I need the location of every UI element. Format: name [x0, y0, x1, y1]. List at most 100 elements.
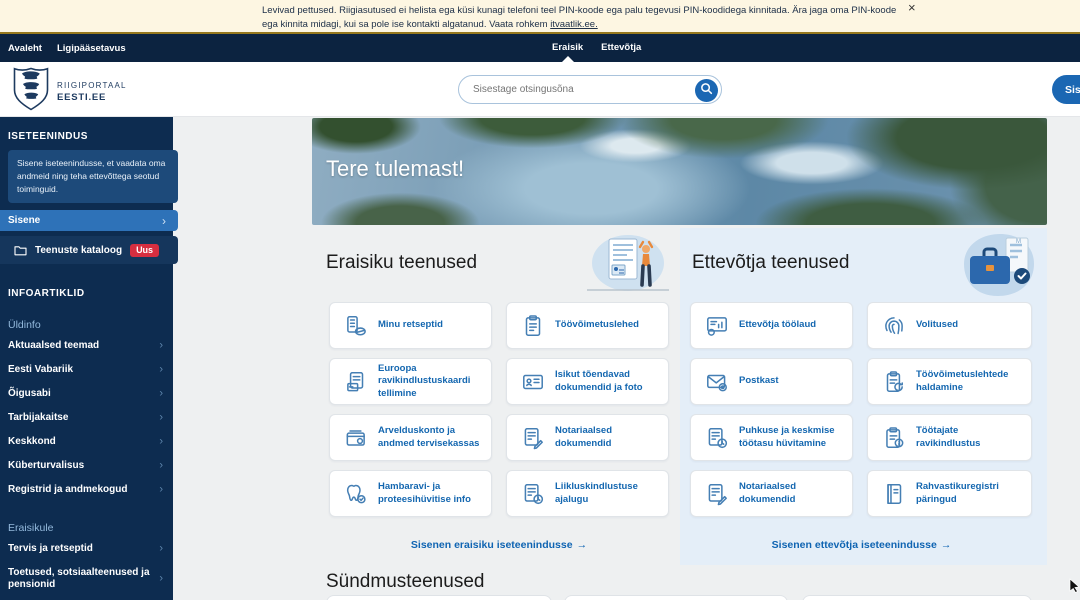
sidebar-item-registrid-ja-andmekogud[interactable]: Registrid ja andmekogud› — [0, 478, 173, 502]
service-card-label: Isikut tõendavad dokumendid ja foto — [555, 369, 660, 394]
chevron-right-icon: › — [162, 214, 166, 228]
logo-line2: EESTI.EE — [57, 92, 127, 103]
site-header: Riigiportaal EESTI.EE Sisene — [0, 62, 1080, 117]
service-card-label: Töövõimetuslehed — [555, 319, 639, 332]
chevron-right-icon: › — [159, 483, 163, 495]
service-card-notariaalsed-dokumendid[interactable]: Notariaalsed dokumendid — [506, 414, 669, 461]
service-card-label: Euroopa ravikindlustuskaardi tellimine — [378, 363, 483, 401]
id-document-icon — [520, 369, 546, 395]
service-card-t-v-imetuslehed[interactable]: Töövõimetuslehed — [506, 302, 669, 349]
alert-text: Levivad pettused. Riigiasutused ei helis… — [262, 4, 910, 32]
service-card-hambaravi-ja-proteesih-vitise-info[interactable]: Hambaravi- ja proteesihüvitise info — [329, 470, 492, 517]
nav-link-ligipaasetavus[interactable]: Ligipääsetavus — [57, 43, 126, 54]
chevron-right-icon: › — [159, 542, 163, 554]
service-card-label: Minu retseptid — [378, 319, 443, 332]
riigiportaal-page: Levivad pettused. Riigiasutused ei helis… — [0, 0, 1080, 600]
service-card-label: Ettevõtja töölaud — [739, 319, 816, 332]
service-card-postkast[interactable]: Postkast — [690, 358, 853, 405]
mouse-cursor — [1069, 578, 1080, 598]
sidebar-group-heading: Eraisikule — [8, 522, 173, 534]
selfservice-info-card: Sisene iseteenindusse, et vaadata oma an… — [8, 150, 178, 203]
service-card-label: Hambaravi- ja proteesihüvitise info — [378, 481, 483, 506]
tab-eraisik[interactable]: Eraisik — [552, 34, 583, 62]
sidebar-login-button[interactable]: Sisene › — [0, 210, 178, 231]
service-card-volitused[interactable]: Volitused — [867, 302, 1032, 349]
coat-of-arms-icon — [12, 66, 50, 117]
event-card-stub[interactable] — [326, 595, 552, 600]
sidebar-item-igusabi[interactable]: Õigusabi› — [0, 382, 173, 406]
chevron-right-icon: › — [159, 435, 163, 447]
personal-login-link[interactable]: Sisenen eraisiku iseteenindusse→ — [329, 539, 669, 551]
dental-icon — [343, 481, 369, 507]
logo-line1: Riigiportaal — [57, 81, 127, 90]
service-card-liikluskindlustuse-ajalugu[interactable]: Liikluskindlustuse ajalugu — [506, 470, 669, 517]
service-card-t-v-imetuslehtede-haldamine[interactable]: Töövõimetuslehtede haldamine — [867, 358, 1032, 405]
service-card-label: Notariaalsed dokumendid — [739, 481, 844, 506]
sick-leave-icon — [520, 313, 546, 339]
service-card-label: Volitused — [916, 319, 958, 332]
service-card-label: Postkast — [739, 375, 779, 388]
personal-services-title: Eraisiku teenused — [326, 252, 477, 274]
event-card-stub[interactable] — [564, 595, 788, 600]
service-card-arvelduskonto-ja-andmed-tervisekassas[interactable]: Arvelduskonto ja andmed tervisekassas — [329, 414, 492, 461]
svg-text:M: M — [1016, 239, 1021, 245]
arrow-right-icon: → — [577, 539, 588, 551]
new-badge: Uus — [130, 244, 159, 257]
sidebar: ISETEENINDUS Sisene iseteenindusse, et v… — [0, 117, 173, 600]
events-services-title: Sündmusteenused — [326, 571, 484, 593]
chevron-right-icon: › — [159, 459, 163, 471]
sidebar-group-heading: Üldinfo — [8, 319, 173, 331]
prescriptions-icon — [343, 313, 369, 339]
service-card-label: Arvelduskonto ja andmed tervisekassas — [378, 425, 483, 450]
business-services-title: Ettevõtja teenused — [692, 252, 849, 274]
service-card-t-tajate-ravikindlustus[interactable]: Töötajate ravikindlustus — [867, 414, 1032, 461]
leave-compensation-icon — [704, 425, 730, 451]
service-card-label: Rahvastikuregistri päringud — [916, 481, 1023, 506]
mailbox-icon — [704, 369, 730, 395]
sidebar-item-keskkond[interactable]: Keskkond› — [0, 430, 173, 454]
service-card-puhkuse-ja-keskmise-t-tasu-h-vitamine[interactable]: Puhkuse ja keskmise töötasu hüvitamine — [690, 414, 853, 461]
service-card-label: Puhkuse ja keskmise töötasu hüvitamine — [739, 425, 844, 450]
sidebar-item-aktuaalsed-teemad[interactable]: Aktuaalsed teemad› — [0, 334, 173, 358]
personal-services-grid: Minu retseptid Töövõimetuslehed Euroopa ra… — [329, 302, 669, 517]
search-input[interactable] — [473, 77, 673, 102]
top-nav-left: Avaleht Ligipääsetavus — [8, 34, 126, 62]
chevron-right-icon: › — [159, 572, 163, 584]
service-card-isikut-t-endavad-dokumendid-ja-foto[interactable]: Isikut tõendavad dokumendid ja foto — [506, 358, 669, 405]
eesti-ee-logo[interactable]: Riigiportaal EESTI.EE — [12, 66, 127, 117]
employee-insurance-icon — [881, 425, 907, 451]
search-button[interactable] — [695, 79, 718, 102]
sidebar-item-eesti-vabariik[interactable]: Eesti Vabariik› — [0, 358, 173, 382]
notary-document-icon — [704, 481, 730, 507]
service-card-ettev-tja-t-laud[interactable]: Ettevõtja töölaud — [690, 302, 853, 349]
service-card-rahvastikuregistri-p-ringud[interactable]: Rahvastikuregistri päringud — [867, 470, 1032, 517]
sidebar-item-k-berturvalisus[interactable]: Küberturvalisus› — [0, 454, 173, 478]
close-icon[interactable]: × — [908, 0, 916, 16]
arrow-right-icon: → — [941, 539, 952, 551]
sidebar-item-tarbijakaitse[interactable]: Tarbijakaitse› — [0, 406, 173, 430]
tab-ettevotja[interactable]: Ettevõtja — [601, 34, 641, 62]
chevron-right-icon: › — [159, 339, 163, 351]
sidebar-item-toetused-sotsiaalteenused-ja-pensionid[interactable]: Toetused, sotsiaalteenused ja pensionid› — [0, 561, 173, 597]
service-card-notariaalsed-dokumendid[interactable]: Notariaalsed dokumendid — [690, 470, 853, 517]
sidebar-nav-groups: Üldinfo Aktuaalsed teemad›Eesti Vabariik›… — [0, 319, 173, 600]
itvaatlik-link[interactable]: itvaatlik.ee. — [550, 19, 598, 30]
business-login-link[interactable]: Sisenen ettevõtja iseteenindusse→ — [690, 539, 1033, 551]
nav-link-avaleht[interactable]: Avaleht — [8, 43, 42, 54]
sidebar-item-tervis-ja-retseptid[interactable]: Tervis ja retseptid› — [0, 537, 173, 561]
service-card-euroopa-ravikindlustuskaardi-tellimine[interactable]: Euroopa ravikindlustuskaardi tellimine — [329, 358, 492, 405]
chevron-right-icon: › — [159, 411, 163, 423]
event-card-stub[interactable] — [802, 595, 1032, 600]
notary-document-icon — [520, 425, 546, 451]
service-card-minu-retseptid[interactable]: Minu retseptid — [329, 302, 492, 349]
folder-icon — [14, 245, 27, 256]
sidebar-item-teenuste-kataloog[interactable]: Teenuste kataloog Uus — [0, 236, 178, 264]
fingerprint-icon — [881, 313, 907, 339]
top-nav-bar: Avaleht Ligipääsetavus Eraisik Ettevõtja — [0, 34, 1080, 62]
chevron-right-icon: › — [159, 363, 163, 375]
insurance-history-icon — [520, 481, 546, 507]
briefcase-illustration: M — [960, 232, 1040, 298]
header-login-button[interactable]: Sisene — [1052, 75, 1080, 104]
service-card-label: Töövõimetuslehtede haldamine — [916, 369, 1023, 394]
hero-image: Tere tulemast! — [312, 118, 1047, 225]
